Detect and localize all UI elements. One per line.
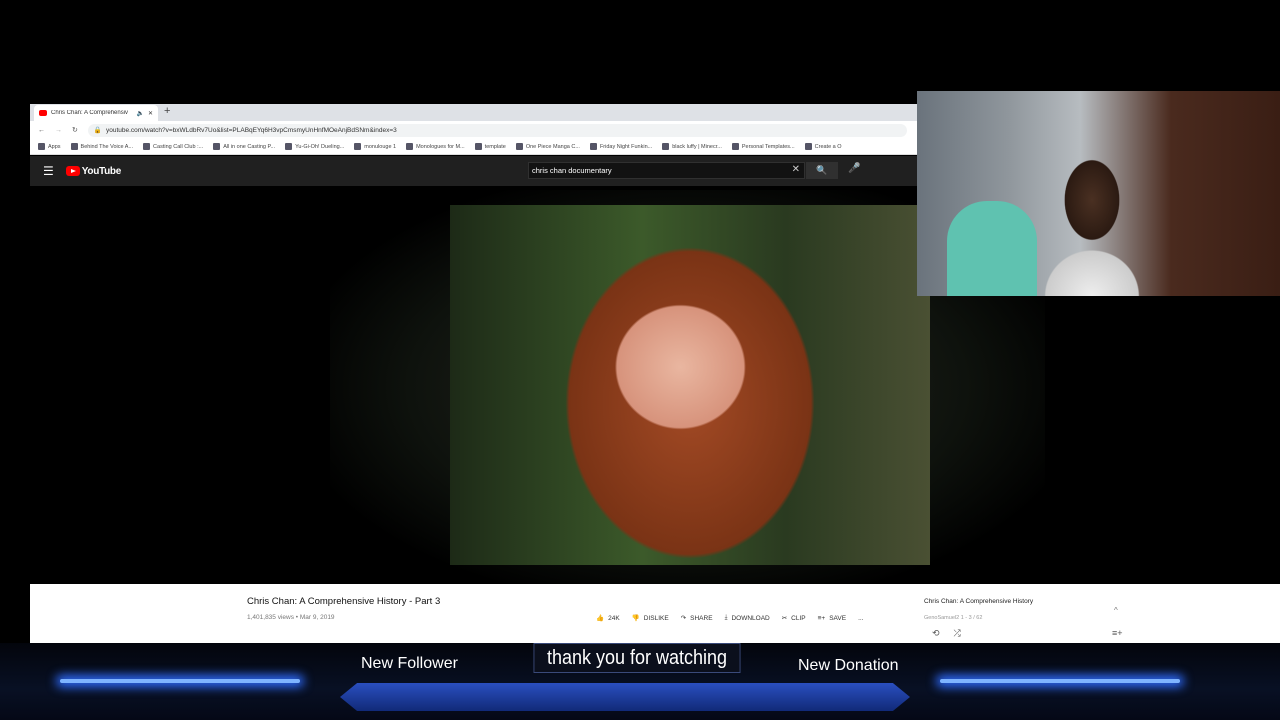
- dislike-button[interactable]: 👎 DISLIKE: [631, 614, 669, 623]
- more-button[interactable]: ...: [858, 615, 863, 622]
- glow-line: [60, 679, 300, 683]
- clip-button[interactable]: ✂ CLIP: [781, 614, 806, 623]
- playlist-controls: ⟲ ⤮: [932, 628, 961, 639]
- hamburger-menu-icon[interactable]: ☰: [43, 164, 54, 178]
- overlay-message: thank you for watching: [533, 643, 741, 673]
- close-tab-icon[interactable]: ✕: [148, 110, 153, 117]
- clear-search-icon[interactable]: ✕: [792, 164, 800, 175]
- bookmark[interactable]: Friday Night Funkin...: [589, 143, 652, 150]
- playlist-add-icon: ≡+: [817, 614, 826, 622]
- forward-icon[interactable]: →: [55, 127, 62, 134]
- url-input[interactable]: 🔒 youtube.com/watch?v=bxWLdbRv7Uo&list=PL…: [87, 123, 907, 137]
- playlist-title[interactable]: Chris Chan: A Comprehensive History: [924, 598, 1129, 605]
- youtube-play-icon: [65, 166, 80, 176]
- bookmark[interactable]: template: [474, 143, 506, 150]
- loop-icon[interactable]: ⟲: [932, 628, 940, 639]
- video-actions: 👍 24K 👎 DISLIKE ↷ SHARE ⤓ DOWNLOAD ✂ CLIP ≡+ S…: [596, 614, 864, 622]
- search-button[interactable]: 🔍: [806, 162, 838, 179]
- new-follower-label: New Follower: [361, 655, 458, 672]
- download-button[interactable]: ⤓ DOWNLOAD: [725, 614, 770, 622]
- glow-line: [940, 679, 1180, 683]
- new-tab-button[interactable]: +: [164, 105, 170, 117]
- shuffle-icon[interactable]: ⤮: [954, 628, 961, 639]
- thumbs-down-icon: 👎: [631, 615, 640, 622]
- webcam-feed: [917, 91, 1280, 296]
- microphone-icon[interactable]: 🎤: [848, 163, 860, 174]
- like-button[interactable]: 👍 24K: [596, 614, 620, 623]
- youtube-logo[interactable]: YouTube: [65, 166, 121, 177]
- lock-icon: 🔒: [93, 127, 102, 134]
- bookmark[interactable]: Behind The Voice A...: [70, 143, 133, 150]
- video-frame[interactable]: [450, 205, 930, 565]
- chevron-up-icon[interactable]: ^: [1114, 606, 1118, 615]
- bookmark[interactable]: Casting Call Club :...: [143, 143, 203, 150]
- bookmark[interactable]: black luffy | Minecr...: [662, 143, 722, 150]
- browser-tab-bar: Chris Chan: A Comprehensiv 🔈 ✕ +: [30, 104, 917, 121]
- bookmark[interactable]: Yu-Gi-Oh! Dueling...: [285, 143, 344, 150]
- thumbs-up-icon: 👍: [596, 615, 605, 622]
- playlist-add-icon[interactable]: ≡+: [1112, 628, 1123, 638]
- bookmarks-bar: Apps Behind The Voice A... Casting Call …: [30, 139, 917, 155]
- video-info-panel: Chris Chan: A Comprehensive History - Pa…: [30, 584, 1280, 643]
- speaker-icon[interactable]: 🔈: [136, 110, 143, 117]
- youtube-header: ☰ YouTube chris chan documentary ✕ 🔍 🎤: [30, 156, 917, 186]
- bookmark[interactable]: Monologues for M...: [406, 143, 465, 150]
- stream-overlay: New Follower thank you for watching New …: [0, 643, 1280, 720]
- streamer: [1037, 136, 1147, 296]
- tab-title: Chris Chan: A Comprehensiv: [51, 110, 129, 116]
- reload-icon[interactable]: ↻: [72, 126, 78, 134]
- address-bar-row: ← → ↻ 🔒 youtube.com/watch?v=bxWLdbRv7Uo&l…: [30, 121, 917, 139]
- bookmark[interactable]: One Piece Manga C...: [515, 143, 580, 150]
- share-icon: ↷: [680, 615, 687, 622]
- video-meta: 1,401,835 views • Mar 9, 2019: [247, 614, 335, 621]
- download-icon: ⤓: [724, 614, 728, 621]
- new-donation-label: New Donation: [798, 657, 899, 674]
- back-icon[interactable]: ←: [38, 127, 45, 134]
- share-button[interactable]: ↷ SHARE: [680, 614, 713, 623]
- scissors-icon: ✂: [781, 615, 788, 622]
- save-button[interactable]: ≡+ SAVE: [818, 615, 846, 622]
- browser-tab[interactable]: Chris Chan: A Comprehensiv 🔈 ✕: [34, 105, 158, 121]
- bookmark[interactable]: All in one Casting P...: [213, 143, 275, 150]
- overlay-band: [340, 683, 910, 711]
- youtube-favicon-icon: [39, 110, 47, 116]
- bookmark[interactable]: Personal Templates...: [731, 143, 795, 150]
- video-title: Chris Chan: A Comprehensive History - Pa…: [247, 596, 441, 607]
- bookmark[interactable]: Apps: [38, 143, 61, 150]
- bookmark[interactable]: monulouge 1: [354, 143, 396, 150]
- search-input[interactable]: chris chan documentary ✕: [528, 162, 805, 179]
- gaming-chair: [947, 201, 1037, 296]
- bookmark[interactable]: Create a O: [804, 143, 842, 150]
- url-text: youtube.com/watch?v=bxWLdbRv7Uo&list=PLA…: [105, 126, 397, 134]
- playlist-subtitle: GenoSamuel2 1 - 3 / 62: [924, 615, 983, 621]
